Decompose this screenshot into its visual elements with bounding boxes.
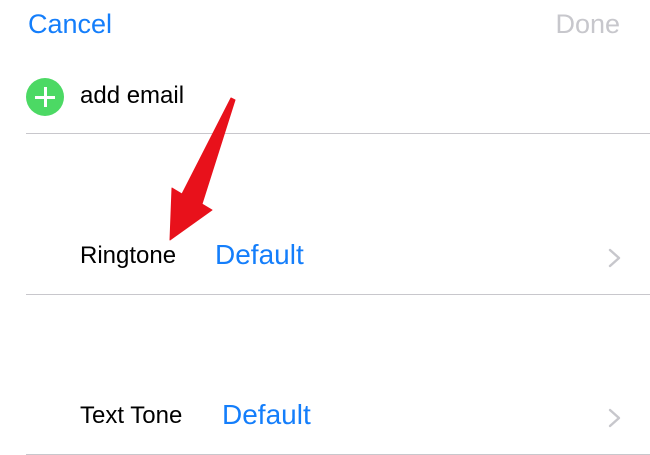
text-tone-row[interactable]: Text Tone Default [0, 394, 650, 438]
chevron-right-icon [608, 408, 621, 428]
divider [26, 294, 650, 295]
text-tone-value: Default [222, 399, 311, 430]
chevron-right-icon [608, 248, 621, 268]
ringtone-label: Ringtone [80, 242, 177, 269]
add-email-label[interactable]: add email [80, 80, 184, 112]
divider [26, 133, 650, 134]
cancel-button[interactable]: Cancel [28, 6, 112, 42]
contact-edit-screen: Cancel Done add email Ringtone Default T… [0, 0, 650, 455]
red-arrow-icon [169, 97, 236, 241]
plus-circle-icon[interactable] [26, 78, 64, 116]
done-button[interactable]: Done [555, 6, 620, 42]
ringtone-value: Default [215, 239, 304, 270]
ringtone-row[interactable]: Ringtone Default [0, 234, 650, 278]
text-tone-label: Text Tone [80, 402, 183, 429]
add-email-row[interactable]: add email [0, 74, 650, 118]
